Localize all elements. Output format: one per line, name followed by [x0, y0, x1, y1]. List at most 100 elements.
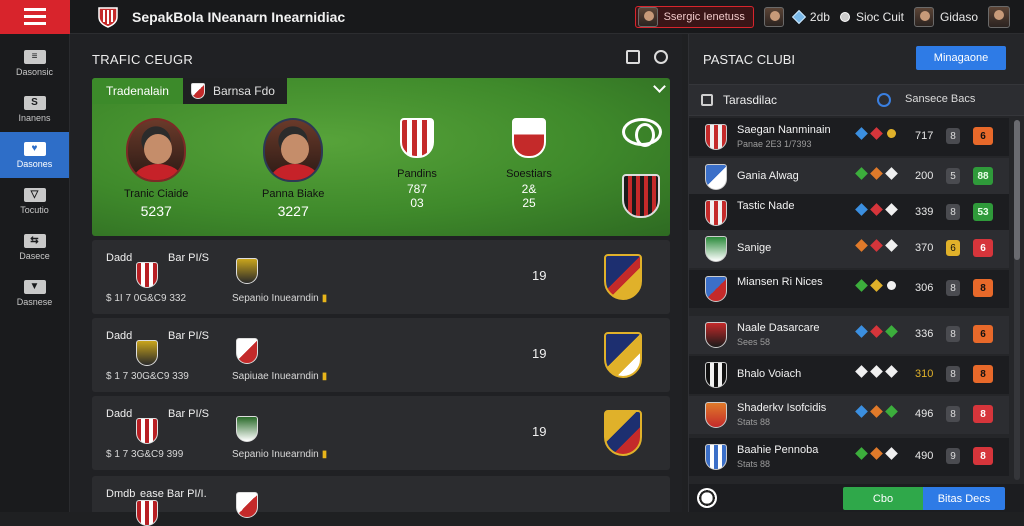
match-card[interactable]: Dadd Bar PI/S $ 1I 7 0G&C9 332 Sepanio I… — [92, 240, 670, 314]
club-badge: 8 — [973, 405, 993, 423]
match-venue: Sapiuae Inuearndin ▮ — [232, 371, 327, 382]
club-list-row[interactable]: Shaderkv Isofcidis Stats 88 496 8 8 — [689, 396, 1009, 434]
club-list-row[interactable]: Saegan Nanminain Panae 2E3 1/7393 717 8 … — [689, 118, 1009, 156]
user-avatar — [913, 7, 934, 27]
sidebar: ≡ Dasonsic S Inanens ♥ Dasones ▽ Tocutio… — [0, 34, 70, 512]
club-list-row[interactable]: Gania Alwag 200 5 88 — [689, 158, 1009, 196]
club-shield-icon — [604, 410, 642, 456]
club-toggle[interactable]: 8 — [946, 326, 960, 342]
club-crest-icon — [705, 322, 727, 348]
club-toggle[interactable]: 8 — [946, 204, 960, 220]
sidebar-item-squad[interactable]: S Inanens — [0, 86, 69, 132]
sidebar-item-settings[interactable]: ▼ Dasnese — [0, 270, 69, 316]
layout-icon[interactable] — [626, 50, 640, 64]
home-crest-icon — [136, 418, 158, 444]
club-toggle[interactable]: 6 — [946, 240, 960, 256]
attack-icon — [855, 325, 868, 338]
club-name: Bhalo Voiach — [737, 368, 802, 380]
tactic-icon — [885, 405, 898, 418]
club-toggle[interactable]: 8 — [946, 128, 960, 144]
club-badge: 8 — [973, 279, 993, 297]
club-shield-icon — [604, 254, 642, 300]
tactic-icon — [885, 447, 898, 460]
match-competition: ease Bar PI/I. — [140, 488, 207, 500]
player-portrait — [126, 118, 187, 182]
club-crest-icon — [705, 124, 727, 150]
club-toggle[interactable]: 8 — [946, 406, 960, 422]
profile-avatar[interactable] — [988, 6, 1010, 28]
club-toggle[interactable]: 9 — [946, 448, 960, 464]
expand-icon[interactable] — [654, 50, 668, 64]
attack-icon — [855, 167, 868, 180]
scroll-thumb[interactable] — [1014, 120, 1020, 260]
match-venue-text: Sepanio Inuearndin — [232, 293, 319, 304]
news-button[interactable]: Ssergic Ienetuss — [634, 6, 754, 28]
gem-icon — [791, 9, 806, 25]
app-title: SepakBola INeanarn Inearnidiac — [132, 8, 346, 25]
featured-player-2[interactable]: Panna Biake 3227 — [262, 118, 324, 219]
filter-dropdown[interactable]: Sansece Bacs — [905, 93, 975, 105]
club-list-row[interactable]: Baahie Pennoba Stats 88 490 9 8 — [689, 438, 1009, 476]
confirm-button[interactable]: Cbo — [843, 487, 923, 510]
attack-icon — [855, 203, 868, 216]
tactic-icon — [885, 167, 898, 180]
tab-other[interactable]: Barnsa Fdo — [182, 78, 287, 104]
club-rating: 336 — [915, 328, 934, 340]
club-list-row[interactable]: Tastic Nade 339 8 53 — [689, 194, 1009, 232]
gems-counter[interactable]: 2db — [791, 9, 830, 25]
away-crest-icon — [236, 416, 258, 442]
match-meta: $ 1 7 30G&C9 339 — [106, 371, 189, 382]
club-list-row[interactable]: Naale Dasarcare Sees 58 336 8 6 — [689, 316, 1009, 354]
sidebar-item-tactics[interactable]: ▽ Tocutio — [0, 178, 69, 224]
match-venue: Sepanio Inuearndin ▮ — [232, 293, 327, 304]
club-menu[interactable]: Sioc Cuit — [839, 10, 904, 24]
club-list-row[interactable]: Sanige 370 6 6 — [689, 230, 1009, 268]
club-badge: 53 — [973, 203, 993, 221]
chevron-down-icon[interactable] — [653, 80, 666, 93]
manage-button[interactable]: Minagaone — [916, 46, 1006, 70]
match-card[interactable]: Dadd Bar PI/S $ 1 7 3G&C9 399 Sepanio In… — [92, 396, 670, 470]
club-subtitle: Stats 88 — [737, 417, 771, 427]
tactic-icon — [885, 239, 898, 252]
club-toggle[interactable]: 8 — [946, 366, 960, 382]
match-card[interactable]: Dmdb ease Bar PI/I. — [92, 476, 670, 526]
club-toggle[interactable]: 5 — [946, 168, 960, 184]
player-stat: 5237 — [140, 203, 172, 219]
match-meta-text: 1 7 30G&C9 339 — [114, 371, 189, 382]
defense-icon — [870, 447, 883, 460]
club-name: Sanige — [737, 242, 772, 254]
club-stat: 787 03 — [382, 182, 452, 210]
details-button[interactable]: Bitas Decs — [923, 487, 1005, 510]
club-name: Miansen Ri Nices — [737, 276, 823, 288]
manager-avatar[interactable] — [763, 7, 784, 27]
sidebar-item-dashboard[interactable]: ≡ Dasonsic — [0, 40, 69, 86]
sidebar-item-label: Dasonsic — [15, 66, 53, 77]
club-list-scrollbar[interactable] — [1014, 120, 1020, 480]
hamburger-menu-button[interactable] — [0, 0, 70, 34]
attack-icon — [855, 447, 868, 460]
tactic-icon — [885, 325, 898, 338]
club-toggle[interactable]: 8 — [946, 280, 960, 296]
featured-player-1[interactable]: Tranic Ciaide 5237 — [124, 118, 188, 219]
club-rating: 490 — [915, 450, 934, 462]
sidebar-item-label: Dasones — [16, 158, 53, 169]
user-menu[interactable]: Gidaso — [913, 7, 978, 27]
league-logo-icon — [622, 118, 662, 147]
transfers-icon: ⇆ — [23, 233, 46, 248]
attack-icon — [855, 405, 868, 418]
sidebar-item-matches[interactable]: ♥ Dasones — [0, 132, 69, 178]
filter-checkbox[interactable] — [701, 94, 713, 106]
featured-club-1[interactable]: Pandins 787 03 — [382, 118, 452, 210]
club-badge: 6 — [973, 325, 993, 343]
club-list-row[interactable]: Bhalo Voiach 310 8 8 — [689, 356, 1009, 394]
search-icon[interactable] — [877, 93, 891, 107]
sidebar-item-transfers[interactable]: ⇆ Dasece — [0, 224, 69, 270]
featured-club-2[interactable]: Soestiars 2& 25 — [494, 118, 564, 210]
match-card[interactable]: Dadd Bar PI/S $ 1 7 30G&C9 339 Sapiuae I… — [92, 318, 670, 392]
coin-icon — [887, 129, 896, 138]
club-rating: 496 — [915, 408, 934, 420]
gems-value: 2db — [809, 10, 830, 24]
tab-featured[interactable]: Tradenalain — [92, 78, 183, 104]
club-list-row[interactable]: Miansen Ri Nices 306 8 8 — [689, 270, 1009, 308]
club-name: Tastic Nade — [737, 200, 795, 212]
